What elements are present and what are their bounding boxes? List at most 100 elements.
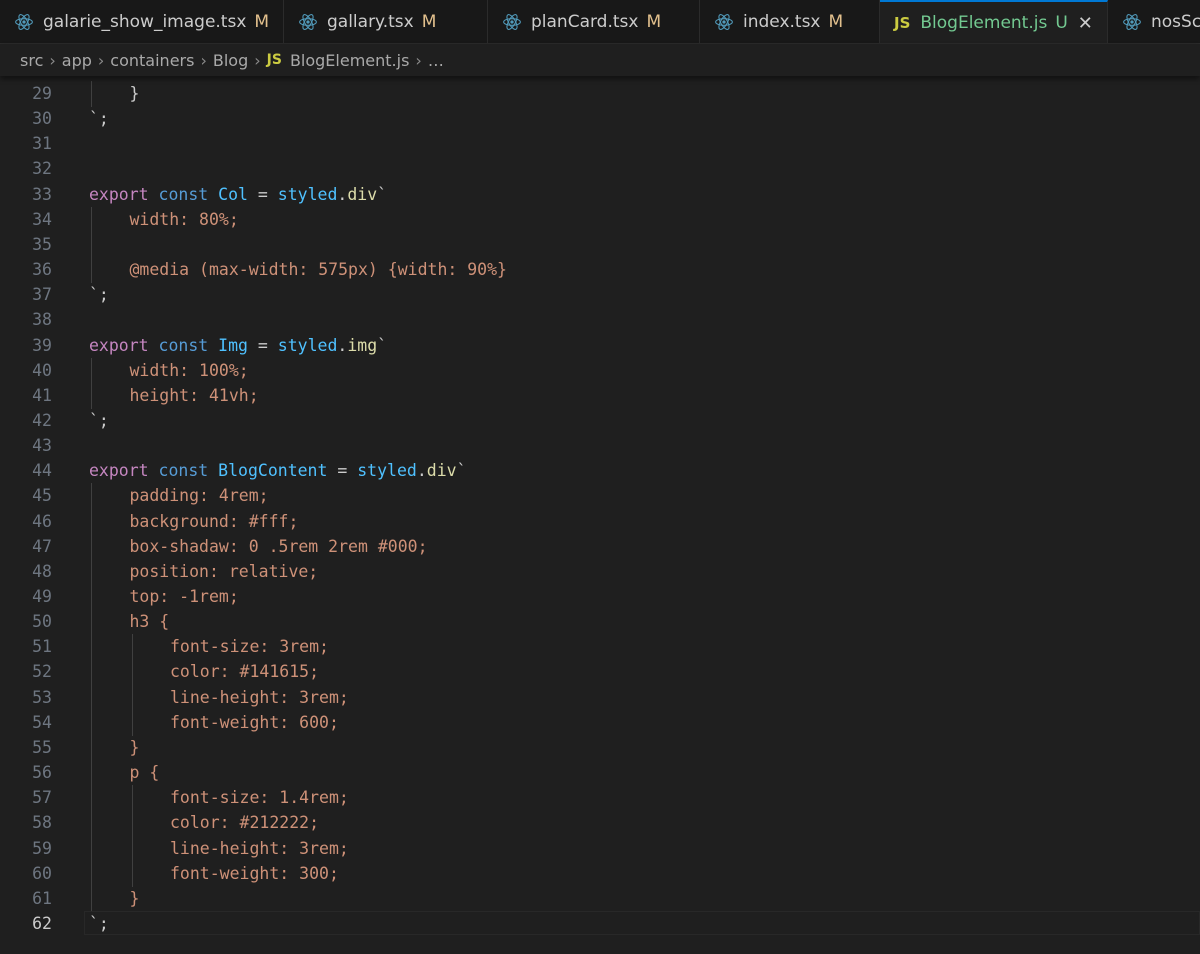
- breadcrumb-item-blog[interactable]: Blog: [213, 51, 248, 70]
- indent-guide: [91, 659, 92, 686]
- line-number: 51: [32, 637, 52, 657]
- indent-guide: [91, 684, 92, 711]
- indent-guide: [91, 508, 92, 535]
- code-line[interactable]: 45 padding: 4rem;: [0, 483, 1200, 510]
- indent-guide: [91, 609, 92, 636]
- breadcrumb-item-file[interactable]: BlogElement.js: [290, 51, 409, 70]
- line-number: 40: [32, 360, 52, 380]
- js-icon: JS: [266, 52, 282, 68]
- editor-tab-bar: galarie_show_image.tsx M gallary.tsx M p…: [0, 0, 1200, 44]
- line-number: 47: [32, 536, 52, 556]
- code-line[interactable]: 48 position: relative;: [0, 558, 1200, 585]
- code-line[interactable]: 35: [0, 231, 1200, 258]
- code-line[interactable]: 40 width: 100%;: [0, 357, 1200, 384]
- indent-guide: [131, 634, 133, 661]
- code-text: `;: [89, 285, 109, 305]
- code-line[interactable]: 56 p {: [0, 760, 1200, 787]
- tab-plancard[interactable]: planCard.tsx M: [488, 0, 700, 43]
- react-icon: [1123, 14, 1141, 30]
- untracked-badge: U: [1055, 13, 1068, 33]
- breadcrumb-item-src[interactable]: src: [20, 51, 43, 70]
- code-line[interactable]: 37 `;: [0, 282, 1200, 307]
- code-line[interactable]: 62 `;: [0, 910, 1200, 936]
- code-text: color: #141615;: [170, 662, 320, 682]
- tab-label: planCard.tsx: [531, 12, 639, 32]
- code-text: `;: [89, 109, 109, 129]
- indent-guide: [91, 231, 92, 258]
- indent-guide: [91, 81, 92, 107]
- line-number: 33: [32, 184, 52, 204]
- code-line[interactable]: 49 top: -1rem;: [0, 584, 1200, 610]
- chevron-right-icon: ›: [415, 50, 422, 70]
- code-line[interactable]: 61}: [0, 885, 1200, 912]
- line-number: 37: [32, 285, 52, 305]
- code-text: padding: 4rem;: [129, 486, 269, 506]
- code-line[interactable]: 55}: [0, 734, 1200, 761]
- code-line[interactable]: 44 export const BlogContent = styled.div`: [0, 458, 1200, 483]
- code-line[interactable]: 36 @media (max-width: 575px) {width: 90%}: [0, 257, 1200, 284]
- code-text: }: [129, 737, 140, 757]
- tab-nossc[interactable]: nosSc: [1108, 0, 1200, 43]
- close-icon[interactable]: ✕: [1078, 13, 1093, 34]
- code-text: font-weight: 600;: [170, 712, 339, 732]
- chevron-right-icon: ›: [97, 50, 105, 70]
- indent-guide: [91, 382, 92, 409]
- code-text: @media (max-width: 575px) {width: 90%}: [129, 260, 508, 280]
- code-line[interactable]: 43: [0, 433, 1200, 458]
- tab-blogelement[interactable]: JS BlogElement.js U ✕: [880, 0, 1108, 43]
- indent-guide: [91, 584, 92, 610]
- code-line[interactable]: 46 background: #fff;: [0, 508, 1200, 535]
- tab-index[interactable]: index.tsx M: [700, 0, 880, 43]
- code-line[interactable]: 60 font-weight: 300;: [0, 860, 1200, 887]
- breadcrumb-item-app[interactable]: app: [62, 51, 92, 70]
- code-editor[interactable]: 29} 30 `; 31 32 33 export const Col = styled.d…: [0, 76, 1200, 954]
- code-text: font-size: 3rem;: [170, 637, 329, 657]
- code-line[interactable]: 59 line-height: 3rem;: [0, 835, 1200, 862]
- line-number: 57: [32, 788, 52, 808]
- modified-badge: M: [254, 12, 270, 32]
- react-icon: [503, 14, 521, 30]
- indent-guide: [91, 835, 92, 862]
- code-line[interactable]: 31: [0, 131, 1200, 156]
- code-line[interactable]: 34 width: 80%;: [0, 206, 1200, 233]
- react-icon: [15, 14, 33, 30]
- tab-galarie-show-image[interactable]: galarie_show_image.tsx M: [0, 0, 284, 43]
- code-text: font-size: 1.4rem;: [170, 788, 349, 808]
- code-line[interactable]: 54 font-weight: 600;: [0, 709, 1200, 736]
- code-line[interactable]: 57 font-size: 1.4rem;: [0, 785, 1200, 812]
- indent-guide: [91, 533, 92, 560]
- code-line[interactable]: 29}: [0, 81, 1200, 107]
- line-number: 53: [32, 687, 52, 707]
- indent-guide: [91, 257, 92, 284]
- code-line[interactable]: 38: [0, 307, 1200, 332]
- line-number: 46: [32, 511, 52, 531]
- code-line[interactable]: 51 font-size: 3rem;: [0, 634, 1200, 661]
- code-line[interactable]: 39 export const Img = styled.img`: [0, 333, 1200, 358]
- code-line[interactable]: 52 color: #141615;: [0, 659, 1200, 686]
- tab-label: galarie_show_image.tsx: [43, 12, 247, 32]
- code-line[interactable]: 50 h3 {: [0, 609, 1200, 636]
- code-line[interactable]: 58 color: #212222;: [0, 810, 1200, 837]
- code-line[interactable]: 53 line-height: 3rem;: [0, 684, 1200, 711]
- code-line[interactable]: 32: [0, 156, 1200, 181]
- tab-label: index.tsx: [743, 12, 821, 32]
- code-line[interactable]: 42 `;: [0, 408, 1200, 433]
- line-number: 34: [32, 209, 52, 229]
- line-number: 36: [32, 260, 52, 280]
- indent-guide: [131, 785, 133, 812]
- code-text: `;: [89, 410, 109, 430]
- code-text: export const Img = styled.img`: [89, 335, 388, 355]
- breadcrumb-item-containers[interactable]: containers: [110, 51, 194, 70]
- breadcrumb-symbol-ellipsis[interactable]: …: [428, 51, 444, 70]
- line-number: 42: [32, 410, 52, 430]
- tab-gallary[interactable]: gallary.tsx M: [284, 0, 488, 43]
- code-line[interactable]: 33 export const Col = styled.div`: [0, 182, 1200, 207]
- line-number: 60: [32, 863, 52, 883]
- line-number: 56: [32, 763, 52, 783]
- code-line[interactable]: 47 box-shadaw: 0 .5rem 2rem #000;: [0, 533, 1200, 560]
- indent-guide: [91, 634, 92, 661]
- code-line[interactable]: 30 `;: [0, 106, 1200, 131]
- chevron-right-icon: ›: [49, 50, 56, 70]
- code-line[interactable]: 41 height: 41vh;: [0, 382, 1200, 409]
- code-text: width: 80%;: [129, 209, 239, 229]
